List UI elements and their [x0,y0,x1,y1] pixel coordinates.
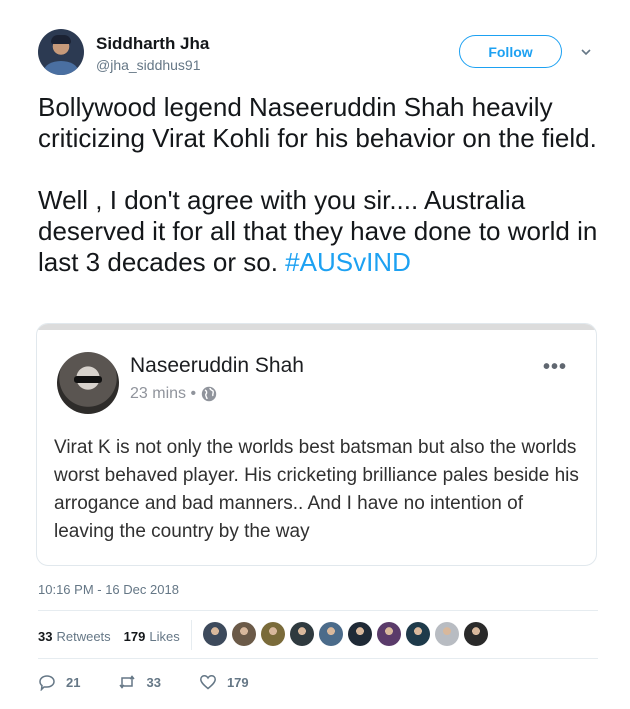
reply-count: 21 [66,674,81,690]
hashtag-link[interactable]: #AUSvIND [285,247,411,277]
liker-avatar[interactable] [290,622,314,646]
liker-avatar[interactable] [406,622,430,646]
liker-avatar[interactable] [319,622,343,646]
author-avatar[interactable] [38,29,84,75]
retweets-stat[interactable]: 33 Retweets [38,629,111,644]
embed-avatar [57,352,119,414]
stats-separator [191,620,192,650]
embedded-image[interactable]: Naseeruddin Shah 23 mins • ••• Virat K i… [36,323,597,566]
liker-avatar[interactable] [377,622,401,646]
retweet-icon [119,675,136,689]
globe-icon [201,386,217,402]
chevron-down-icon[interactable] [580,46,592,58]
divider [38,658,598,659]
like-button[interactable]: 179 [199,673,287,691]
tweet-text: Bollywood legend Naseeruddin Shah heavil… [38,92,598,278]
retweet-count: 33 [146,674,161,690]
retweets-count: 33 [38,628,53,644]
heart-icon [199,675,216,690]
liker-avatar[interactable] [435,622,459,646]
author-name[interactable]: Siddharth Jha [96,34,209,54]
liker-avatar[interactable] [261,622,285,646]
embed-post-text: Virat K is not only the worlds best bats… [54,437,579,542]
tweet-stats: 33 Retweets 179 Likes [38,622,193,650]
tweet-timestamp[interactable]: 10:16 PM - 16 Dec 2018 [38,582,179,597]
embed-top-border [37,324,596,330]
tweet-paragraph-2: Well , I don't agree with you sir.... Au… [38,185,598,278]
divider [38,610,598,611]
likes-count: 179 [123,628,146,644]
reply-button[interactable]: 21 [38,673,118,691]
tweet-actions: 21 33 179 [38,673,287,691]
likes-stat[interactable]: 179 Likes [124,629,180,644]
liker-avatars [203,622,493,646]
liker-avatar[interactable] [203,622,227,646]
follow-button[interactable]: Follow [459,35,562,68]
embed-author-name: Naseeruddin Shah [130,354,304,377]
liker-avatar[interactable] [348,622,372,646]
tweet-card: Siddharth Jha @jha_siddhus91 Follow Boll… [0,0,630,709]
retweets-label: Retweets [56,628,111,644]
likes-label: Likes [149,628,180,644]
author-handle[interactable]: @jha_siddhus91 [96,57,201,73]
retweet-button[interactable]: 33 [118,673,198,691]
embed-time-text: 23 mins • [130,385,197,402]
like-count: 179 [226,674,249,690]
tweet-paragraph-1: Bollywood legend Naseeruddin Shah heavil… [38,92,597,153]
liker-avatar[interactable] [464,622,488,646]
embed-time: 23 mins • [130,385,217,403]
liker-avatar[interactable] [232,622,256,646]
reply-icon [39,675,55,691]
more-options-icon: ••• [543,356,568,378]
